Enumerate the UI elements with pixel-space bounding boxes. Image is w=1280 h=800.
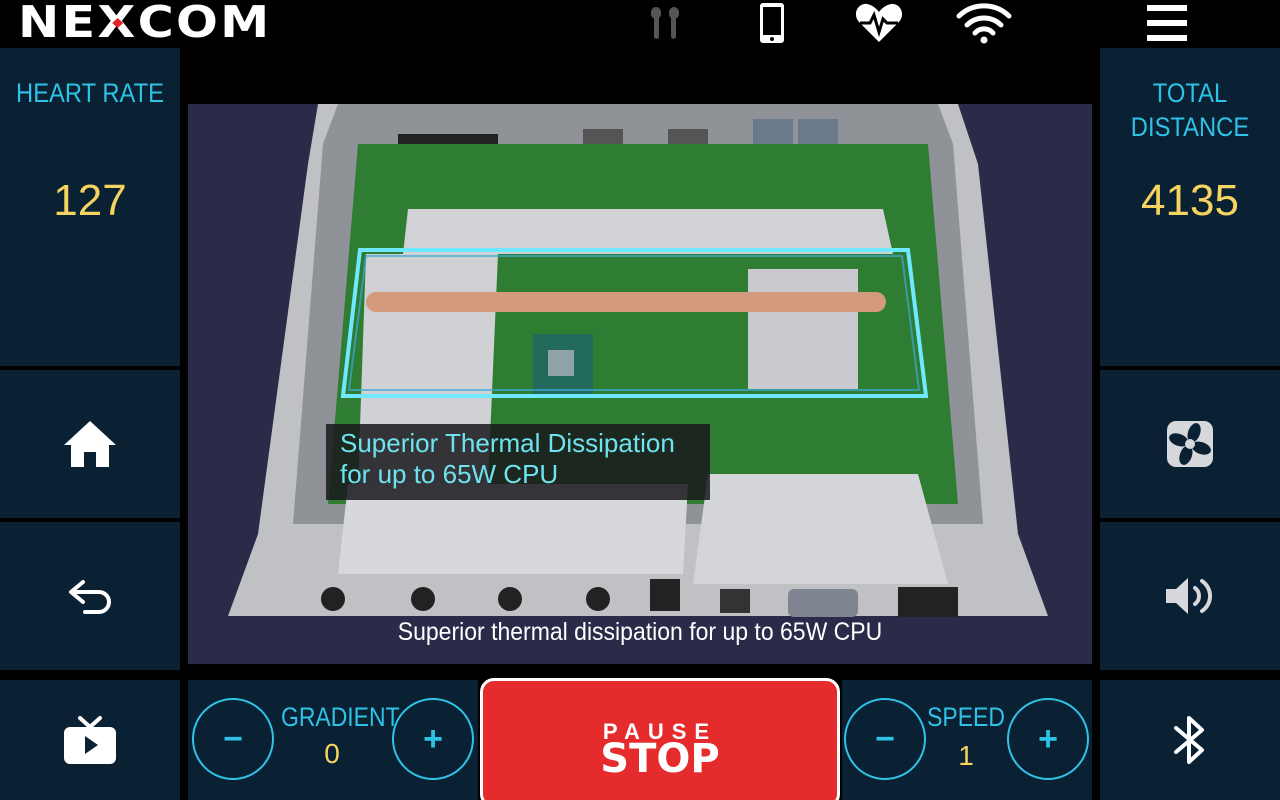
heart-rate-panel: HEART RATE 127	[0, 48, 180, 366]
back-icon	[69, 580, 111, 614]
volume-button[interactable]	[1100, 522, 1280, 670]
bluetooth-button[interactable]	[1100, 680, 1280, 800]
heart-rate-value: 127	[53, 176, 127, 225]
gradient-decrease-button[interactable]: −	[192, 698, 274, 780]
top-bar: NEXCOM	[0, 0, 1280, 46]
video-player[interactable]: Superior Thermal Dissipation for up to 6…	[188, 48, 1092, 672]
gradient-value: 0	[324, 738, 340, 769]
earbuds-icon[interactable]	[640, 2, 692, 44]
total-distance-panel: TOTAL DISTANCE 4135	[1100, 48, 1280, 366]
nexcom-logo: NEXCOM	[18, 0, 272, 48]
tv-icon	[64, 716, 116, 764]
fan-icon	[1167, 421, 1213, 467]
total-distance-label-line2: DISTANCE	[1130, 112, 1250, 142]
gradient-control: − GRADIENT 0 +	[188, 680, 478, 800]
heart-rate-label: HEART RATE	[16, 78, 164, 108]
overlay-line-1: Superior Thermal Dissipation	[340, 428, 675, 458]
video-overlay-text: Superior Thermal Dissipation for up to 6…	[326, 424, 710, 500]
phone-icon[interactable]	[752, 2, 792, 44]
overlay-line-2: for up to 65W CPU	[340, 459, 559, 489]
bluetooth-icon	[1174, 716, 1204, 764]
wifi-icon[interactable]	[952, 2, 1016, 44]
home-icon	[64, 421, 116, 467]
gradient-increase-button[interactable]: +	[392, 698, 474, 780]
video-caption: Superior thermal dissipation for up to 6…	[397, 618, 883, 646]
speed-label: SPEED	[927, 702, 1005, 732]
fan-button[interactable]	[1100, 370, 1280, 518]
back-button[interactable]	[0, 522, 180, 670]
menu-icon[interactable]	[1143, 2, 1191, 44]
stop-label: STOP	[600, 736, 720, 782]
total-distance-value: 4135	[1141, 176, 1239, 225]
total-distance-label-line1: TOTAL	[1152, 78, 1228, 108]
speed-increase-button[interactable]: +	[1007, 698, 1089, 780]
volume-icon	[1166, 578, 1212, 614]
heart-pulse-icon[interactable]	[852, 2, 906, 44]
speed-control: − SPEED 1 +	[842, 680, 1092, 800]
speed-value: 1	[958, 740, 974, 771]
gradient-label: GRADIENT	[281, 702, 400, 732]
tv-button[interactable]	[0, 680, 180, 800]
pause-stop-button[interactable]: PAUSE STOP	[480, 678, 840, 800]
home-button[interactable]	[0, 370, 180, 518]
product-video-frame	[188, 104, 1092, 664]
